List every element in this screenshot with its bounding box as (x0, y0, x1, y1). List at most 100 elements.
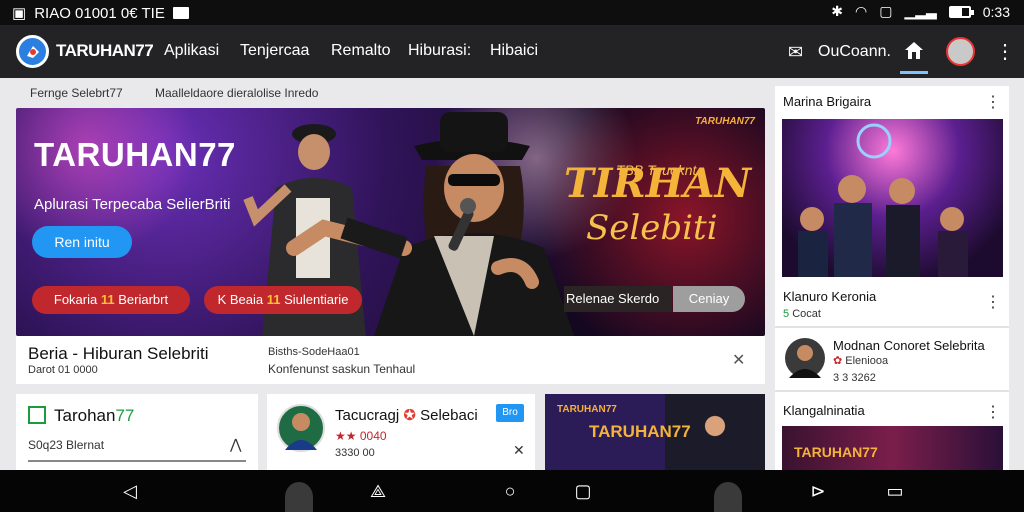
kebab-icon[interactable]: ⋮ (985, 292, 1001, 312)
chip-label: Beriarbrt (118, 292, 169, 307)
kebab-icon[interactable]: ⋮ (985, 402, 1001, 422)
chip-number: 11 (266, 292, 281, 307)
chip-label: K Beaia (217, 292, 264, 307)
square-icon[interactable]: ▭ (885, 482, 905, 500)
concert-image[interactable]: TARUHAN77 (782, 426, 1003, 470)
nav-item-aplikasi[interactable]: Aplikasi (164, 42, 219, 60)
divider (775, 326, 1009, 328)
nav-item-tenjercaa[interactable]: Tenjercaa (240, 42, 309, 60)
meta-text: Cocat (792, 308, 821, 320)
card-title: Tarohan77 (54, 406, 134, 426)
hero-script-subtitle: Selebiti (586, 208, 718, 248)
system-nav-bar: ◁ ⟁ ○ ▢ ⊳ ▭ (0, 470, 1024, 512)
hero-brand-corner: TARUHAN77 (695, 116, 755, 127)
clock: 0:33 (982, 3, 1010, 20)
list-item-meta: ✿ Eleniooa (833, 354, 888, 367)
hero-caption: Beria - Hiburan Selebriti Darot 01 0000 … (16, 336, 765, 384)
photo-icon: ▣ (12, 5, 27, 22)
recents-icon[interactable]: ▢ (573, 482, 593, 500)
status-badge[interactable]: Bro (496, 404, 524, 422)
sidebar-section-title[interactable]: Klanuro Keronia (783, 289, 876, 304)
sim-icon: ▢ (879, 3, 893, 19)
main-content: Fernge Selebrt77 Maalleldaore dieralolis… (0, 78, 1024, 470)
nav-item-remalto[interactable]: Remalto (331, 42, 391, 60)
avatar (285, 482, 313, 512)
card-promo-image[interactable]: TARUHAN77 TARUHAN77 (545, 394, 765, 470)
mail-icon[interactable]: ✉ (788, 42, 803, 63)
sidebar-section-title[interactable]: Marina Brigaira (783, 94, 871, 109)
chip-label: Siulentiarie (284, 292, 349, 307)
category-chip-1[interactable]: Fokaria 11 Beriarbrt (32, 286, 190, 314)
category-chip-2[interactable]: K Beaia 11 Siulentiarie (204, 286, 362, 314)
image-icon (28, 406, 46, 424)
wifi-icon: ◠ (854, 3, 868, 19)
hero-banner[interactable]: TARUHAN77 Aplurasi Terpecaba SelierBriti… (16, 108, 765, 336)
card-title: Tacucragj ✪ Selebaci (335, 406, 478, 424)
share-icon[interactable]: ⟁ (368, 482, 388, 500)
back-icon[interactable]: ◁ (120, 482, 140, 500)
meta-icon: ✿ (833, 355, 843, 367)
card-taruhan77[interactable]: Tarohan77 S0q23 Blernat ⋀ (16, 394, 258, 470)
divider (775, 390, 1009, 392)
avatar (277, 404, 325, 452)
card-title-number: 77 (115, 406, 135, 425)
card-title-suffix: Selebaci (420, 407, 478, 424)
mail-icon (172, 7, 189, 19)
nav-item-hibaici[interactable]: Hibaici (490, 42, 538, 60)
avatar (714, 482, 742, 512)
card-title-text: Tarohan (54, 406, 116, 425)
breadcrumb-secondary[interactable]: Maalleldaore dieralolise Inredo (155, 86, 318, 100)
card-title-text: Tacucragj (335, 407, 400, 424)
home-icon[interactable] (903, 39, 925, 61)
kebab-icon[interactable]: ⋮ (995, 39, 1015, 64)
breadcrumb[interactable]: Fernge Selebrt77 (30, 86, 123, 100)
bluetooth-icon: ✱ (831, 3, 843, 19)
status-bar: ▣ RIAO 01001 0€ TIE ✱ ◠ ▢ ▁▂▃ 0:33 (0, 0, 1024, 25)
avatar[interactable] (785, 338, 825, 378)
close-icon[interactable]: ✕ (513, 442, 525, 459)
concert-image[interactable] (782, 119, 1003, 277)
caption-meta: Konfenunst saskun Tenhaul (268, 362, 416, 376)
caption-meta: Bisths-SodeHaa01 (268, 346, 360, 358)
divider (28, 460, 246, 462)
hero-script-title: TIRHAN (564, 160, 752, 207)
star-icon: ✪ (403, 407, 416, 424)
battery-icon (948, 5, 974, 18)
signal-icon: ▁▂▃ (904, 3, 937, 19)
hero-title: TARUHAN77 (34, 136, 236, 173)
card-celebrity[interactable]: Tacucragj ✪ Selebaci ★★ 0040 3330 00 Bro… (267, 394, 535, 470)
sidebar-section-meta: 5 Cocat (783, 308, 821, 320)
release-label: Relenae Skerdo (564, 286, 672, 312)
meta-text: Eleniooa (845, 355, 889, 367)
hero-cta-button[interactable]: Ren initu (32, 226, 132, 258)
sidebar-section-title[interactable]: Klangalninatia (783, 403, 865, 418)
account-label[interactable]: OuCoann. (818, 43, 891, 61)
forward-icon[interactable]: ⊳ (808, 482, 828, 500)
card-brand: TARUHAN77 (557, 404, 617, 415)
card-subtitle: S0q23 Blernat (28, 438, 105, 452)
hero-subtitle: Aplurasi Terpecaba SelierBriti (34, 196, 231, 213)
kebab-icon[interactable]: ⋮ (985, 92, 1001, 112)
release-text: Relenae Skerdo (566, 291, 660, 306)
sidebar: Marina Brigaira ⋮ Klanuro Keronia ⋮ 5 Co… (775, 86, 1009, 470)
brand-name[interactable]: TARUHAN77 (56, 41, 154, 61)
avatar[interactable] (946, 37, 975, 66)
caption-title[interactable]: Beria - Hiburan Selebriti (28, 344, 208, 364)
card-rating: ★★ 0040 (335, 429, 387, 443)
nav-item-hiburasi[interactable]: Hiburasi: (408, 42, 471, 60)
meta-prefix: 5 (783, 308, 790, 320)
status-left-text: RIAO 01001 0€ TIE (34, 4, 165, 22)
card-meta: 3330 00 (335, 447, 375, 459)
home-circle-icon[interactable]: ○ (500, 482, 520, 500)
app-bar: TARUHAN77 Aplikasi Tenjercaa Remalto Hib… (0, 25, 1024, 78)
card-rating-value: 0040 (359, 429, 387, 443)
list-item-meta: 3 3 3262 (833, 372, 876, 384)
logo-icon[interactable] (16, 35, 49, 68)
close-icon[interactable]: ✕ (732, 350, 745, 370)
chip-label: Fokaria (53, 292, 98, 307)
release-button[interactable]: Ceniay (673, 286, 745, 312)
list-item-title[interactable]: Modnan Conoret Selebrita (833, 338, 985, 353)
trend-icon[interactable]: ⋀ (230, 436, 241, 453)
card-title: TARUHAN77 (589, 422, 691, 441)
image-overlay-text: TARUHAN77 (794, 444, 878, 460)
